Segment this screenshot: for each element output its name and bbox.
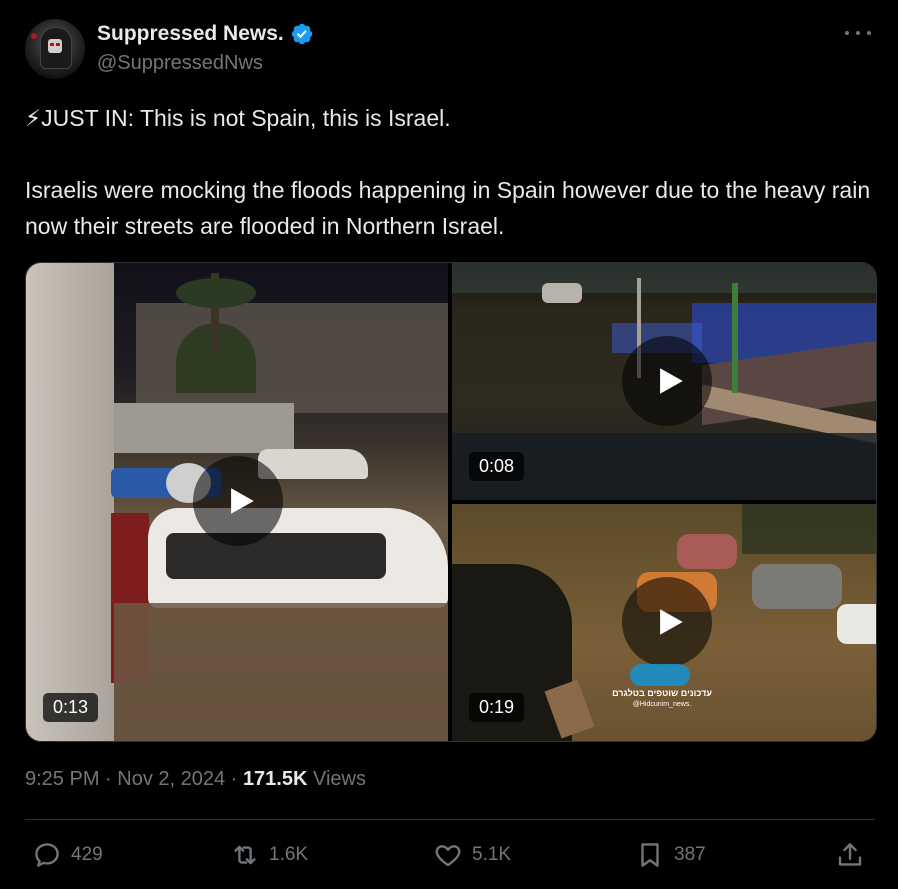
watermark-line-2: @Hidcunim_news. — [632, 701, 692, 708]
watermark-line-1: עדכונים שוטפים בטלגרם — [612, 688, 712, 698]
watermark-logo-icon — [630, 664, 690, 686]
play-icon — [660, 368, 683, 394]
tweet-time[interactable]: 9:25 PM — [25, 768, 99, 790]
heart-icon — [435, 845, 461, 867]
video-duration: 0:08 — [469, 452, 525, 481]
repost-icon — [234, 845, 256, 865]
video-thumbnail-2[interactable]: 0:08 — [452, 263, 876, 500]
media-grid: 0:13 0:08 עדכונים שוטפים בטלגרם @Hidcuni… — [25, 262, 877, 742]
tweet-text-paragraph: Israelis were mocking the floods happeni… — [25, 177, 871, 239]
repost-button[interactable]: 1.6K — [230, 840, 308, 870]
author-name-row[interactable]: Suppressed News. — [97, 21, 314, 47]
video-thumbnail-1[interactable]: 0:13 — [26, 263, 448, 741]
reply-icon — [35, 843, 59, 867]
tweet-header: Suppressed News. @SuppressedNws — [25, 19, 875, 79]
like-button[interactable]: 5.1K — [433, 840, 511, 870]
repost-count: 1.6K — [269, 844, 309, 865]
views-count: 171.5K — [242, 768, 308, 790]
meta-separator: · — [105, 768, 112, 790]
bookmark-icon — [641, 843, 659, 867]
author-display-name[interactable]: Suppressed News. — [97, 22, 284, 46]
avatar[interactable] — [25, 19, 85, 79]
tweet-date[interactable]: Nov 2, 2024 — [117, 768, 225, 790]
author-handle[interactable]: @SuppressedNws — [97, 52, 263, 75]
views-label: Views — [313, 768, 366, 790]
video-thumbnail-3[interactable]: עדכונים שוטפים בטלגרם @Hidcunim_news. 0:… — [452, 504, 876, 741]
tweet-meta: 9:25 PM · Nov 2, 2024 · 171.5K Views — [25, 768, 366, 791]
video-duration: 0:19 — [469, 693, 525, 722]
play-button-3[interactable] — [622, 577, 712, 667]
bookmark-count: 387 — [674, 844, 706, 865]
share-button[interactable] — [835, 840, 874, 870]
action-bar: 429 1.6K 5.1K 387 — [25, 832, 875, 878]
play-button-1[interactable] — [193, 456, 283, 546]
reply-button[interactable]: 429 — [32, 840, 103, 870]
divider — [25, 819, 875, 820]
tweet-text-line: ⚡JUST IN: This is not Spain, this is Isr… — [25, 105, 451, 131]
more-options-icon[interactable] — [845, 23, 871, 43]
play-icon — [660, 609, 683, 635]
tweet-text: ⚡JUST IN: This is not Spain, this is Isr… — [25, 100, 875, 244]
meta-separator: · — [230, 768, 238, 790]
video-duration: 0:13 — [43, 693, 99, 722]
share-icon — [838, 843, 862, 866]
verified-badge-icon[interactable] — [290, 22, 314, 46]
play-icon — [231, 488, 254, 514]
like-count: 5.1K — [472, 844, 512, 865]
reply-count: 429 — [71, 844, 103, 865]
bookmark-button[interactable]: 387 — [635, 840, 706, 870]
play-button-2[interactable] — [622, 336, 712, 426]
watermark-text: עדכונים שוטפים בטלגרם @Hidcunim_news. — [612, 688, 712, 710]
